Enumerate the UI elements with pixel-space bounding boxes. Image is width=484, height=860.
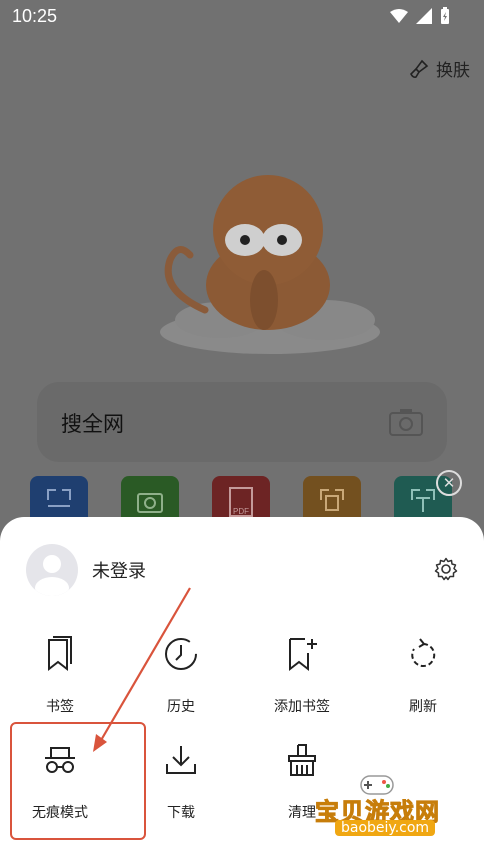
svg-text:PDF: PDF [233, 507, 249, 516]
menu-label: 历史 [167, 699, 195, 715]
menu-label: 刷新 [409, 699, 437, 715]
bookmark-icon [48, 636, 72, 672]
skin-label: 换肤 [436, 61, 470, 81]
image-text-tool[interactable] [303, 476, 361, 520]
menu-bookmarks[interactable]: 书签 [10, 632, 110, 716]
tools-row: PDF [30, 476, 470, 520]
scan-tool[interactable] [30, 476, 88, 520]
pdf-tool[interactable]: PDF [212, 476, 270, 520]
user-profile-row[interactable]: 未登录 [26, 544, 146, 596]
add-bookmark-icon [289, 638, 317, 672]
brush-icon [410, 59, 429, 78]
signal-icon [416, 8, 432, 24]
skin-button[interactable]: 换肤 [408, 56, 470, 81]
download-icon [166, 746, 196, 774]
username-label: 未登录 [92, 561, 146, 582]
menu-download[interactable]: 下载 [131, 738, 231, 822]
menu-label: 下载 [167, 805, 195, 821]
pdf-icon: PDF [229, 487, 253, 517]
refresh-icon [411, 638, 436, 667]
menu-history[interactable]: 历史 [131, 632, 231, 716]
image-text-icon [320, 489, 344, 511]
wifi-icon [390, 9, 408, 23]
monkey-mascot-illustration [160, 175, 380, 354]
close-icon[interactable]: ✕ [436, 470, 462, 496]
status-bar: 10:25 [0, 0, 484, 34]
menu-add-bookmark[interactable]: 添加书签 [252, 632, 352, 716]
search-bar[interactable]: 搜全网 [37, 382, 447, 462]
menu-label: 书签 [46, 699, 74, 715]
camera-tool[interactable] [121, 476, 179, 520]
watermark-subtitle: baobeiy.com [335, 820, 436, 836]
menu-refresh[interactable]: 刷新 [373, 632, 473, 716]
camera-search-icon[interactable] [389, 408, 423, 436]
browser-home: 10:25 换肤 搜全网 PDF ✕ 未登录 书签 历史 添加书签 刷新 无痕模… [0, 0, 484, 860]
scan-icon [47, 489, 71, 507]
incognito-highlight-box [10, 722, 146, 840]
battery-icon [441, 7, 449, 24]
gear-icon[interactable] [434, 557, 458, 581]
watermark-logo: 宝贝游戏网 baobeiy.com [305, 770, 455, 845]
user-icon [35, 555, 69, 596]
camera-icon [137, 493, 163, 513]
avatar [26, 544, 78, 596]
search-label: 搜全网 [61, 412, 124, 436]
status-time: 10:25 [12, 6, 58, 26]
status-icons [390, 7, 450, 25]
menu-label: 添加书签 [274, 699, 330, 715]
history-clock-icon [165, 638, 197, 670]
